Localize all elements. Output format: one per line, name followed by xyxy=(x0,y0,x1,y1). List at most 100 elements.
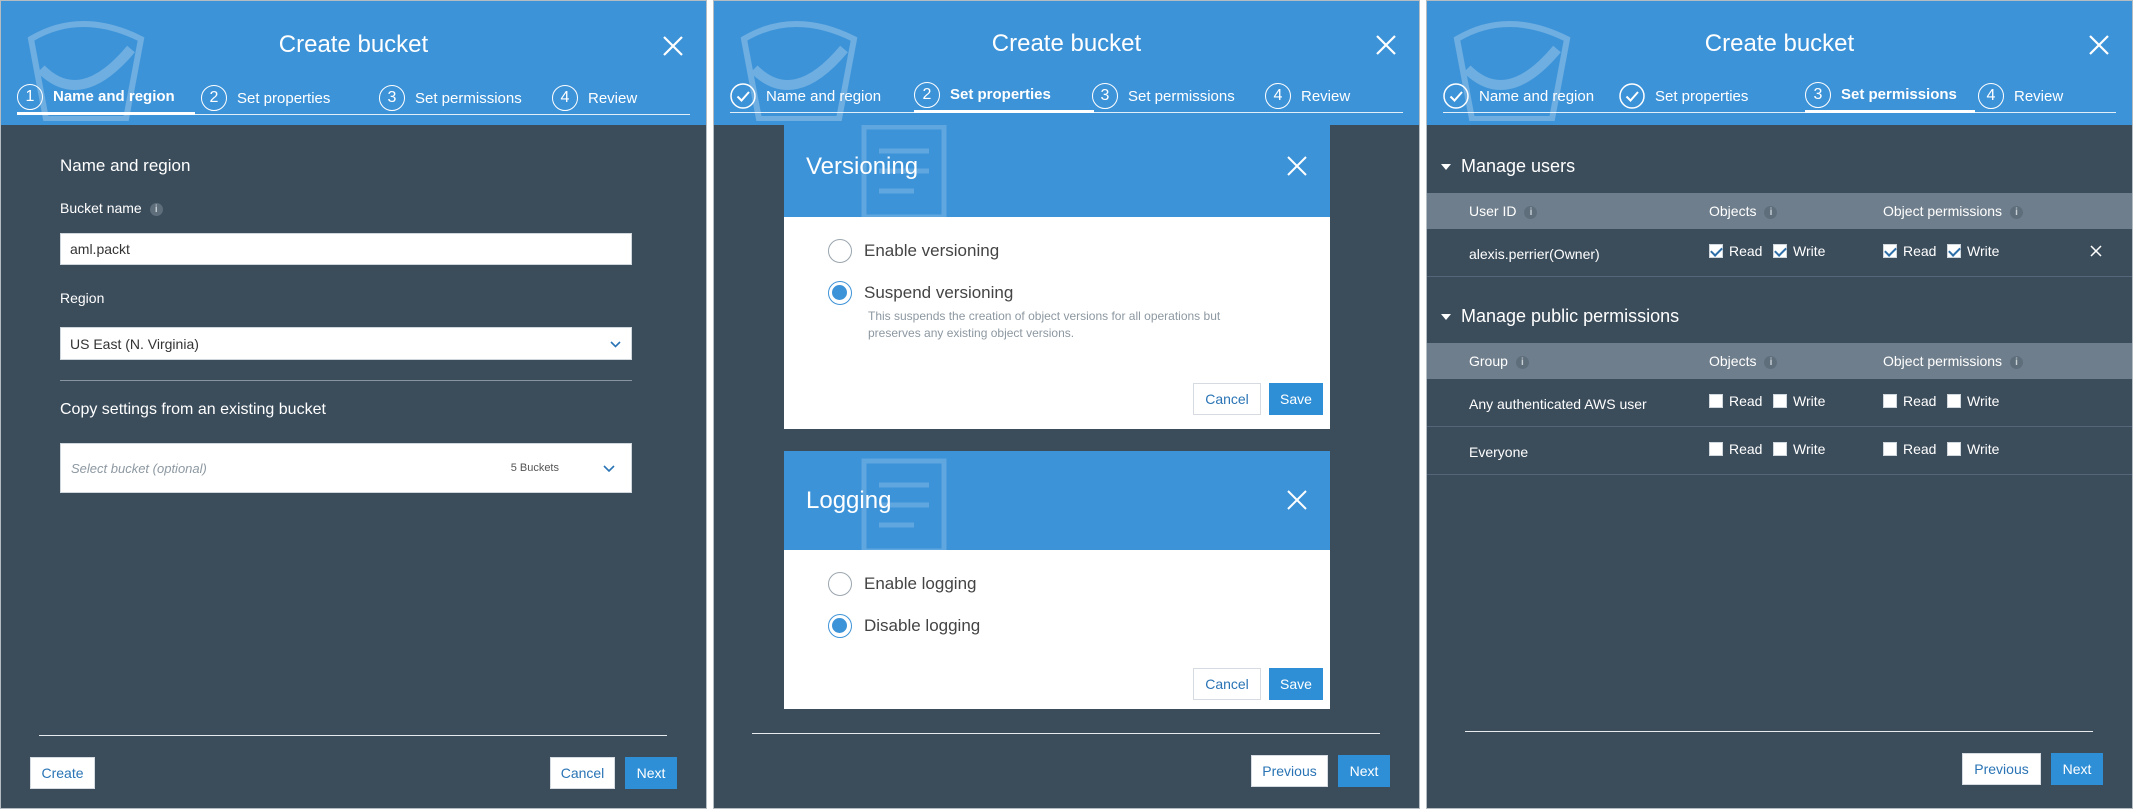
objects-write-checkbox[interactable]: Write xyxy=(1773,243,1825,259)
column-label: Objects xyxy=(1709,203,1757,219)
step-name-and-region[interactable]: 1 Name and region xyxy=(17,81,195,115)
info-icon[interactable]: i xyxy=(1515,355,1529,369)
step-number: 2 xyxy=(914,81,940,108)
cancel-button[interactable]: Cancel xyxy=(1193,668,1261,700)
checkbox-checked[interactable] xyxy=(1709,244,1723,258)
step-label: Set properties xyxy=(1655,87,1749,105)
checkbox[interactable] xyxy=(1883,442,1897,456)
manage-users-toggle[interactable]: Manage users xyxy=(1441,156,1575,177)
column-label: Object permissions xyxy=(1883,353,2003,369)
permissions-write-checkbox[interactable]: Write xyxy=(1947,393,1999,409)
checkbox[interactable] xyxy=(1709,442,1723,456)
checkbox[interactable] xyxy=(1947,442,1961,456)
next-button[interactable]: Next xyxy=(2051,753,2103,785)
public-table-header: Group i Objects i Object permissions i xyxy=(1427,343,2132,379)
step-set-properties[interactable]: Set properties xyxy=(1619,79,1748,113)
copy-bucket-select[interactable]: Select bucket (optional) 5 Buckets xyxy=(60,443,632,493)
step-name-and-region[interactable]: Name and region xyxy=(1443,79,1594,113)
radio-button-selected[interactable] xyxy=(828,614,852,638)
permissions-read-checkbox[interactable]: Read xyxy=(1883,243,1936,259)
step-number: 4 xyxy=(1978,83,2004,109)
copy-settings-title: Copy settings from an existing bucket xyxy=(60,401,326,418)
step-review[interactable]: 4 Review xyxy=(1265,79,1350,113)
permissions-read-checkbox[interactable]: Read xyxy=(1883,393,1936,409)
footer-divider xyxy=(39,735,667,736)
info-icon[interactable]: i xyxy=(2010,355,2024,369)
close-icon[interactable] xyxy=(2084,30,2114,60)
info-icon[interactable]: i xyxy=(1764,205,1778,219)
close-icon[interactable] xyxy=(1371,30,1401,60)
checkbox[interactable] xyxy=(1773,394,1787,408)
checkbox[interactable] xyxy=(1947,394,1961,408)
permissions-write-checkbox[interactable]: Write xyxy=(1947,243,1999,259)
bucket-name-input[interactable]: aml.packt xyxy=(60,233,632,265)
step-set-permissions[interactable]: 3 Set permissions xyxy=(1805,79,1975,113)
section-title: Name and region xyxy=(60,156,191,175)
permissions-read-checkbox[interactable]: Read xyxy=(1883,441,1936,457)
step-set-properties[interactable]: 2 Set properties xyxy=(914,79,1094,113)
checkbox[interactable] xyxy=(1773,442,1787,456)
check-circle-icon xyxy=(1619,83,1645,109)
step-review[interactable]: 4 Review xyxy=(1978,79,2063,113)
step-label: Set properties xyxy=(237,89,331,107)
column-header-group: Group i xyxy=(1469,353,1529,369)
step-label: Set properties xyxy=(950,86,1051,103)
save-button[interactable]: Save xyxy=(1269,668,1323,700)
group-name: Any authenticated AWS user xyxy=(1469,396,1647,412)
cancel-button[interactable]: Cancel xyxy=(550,757,615,789)
option-label: Disable logging xyxy=(864,616,981,635)
close-icon[interactable] xyxy=(1284,153,1310,179)
checkbox[interactable] xyxy=(1709,394,1723,408)
create-bucket-dialog-step2: Create bucket Name and region 2 Set prop… xyxy=(713,0,1420,809)
radio-button-selected[interactable] xyxy=(828,281,852,305)
objects-read-checkbox[interactable]: Read xyxy=(1709,243,1762,259)
radio-button[interactable] xyxy=(828,239,852,263)
info-icon[interactable]: i xyxy=(1764,355,1778,369)
objects-read-checkbox[interactable]: Read xyxy=(1709,393,1762,409)
step-label: Name and region xyxy=(766,87,882,105)
checkbox-label: Read xyxy=(1729,441,1763,457)
objects-write-checkbox[interactable]: Write xyxy=(1773,393,1825,409)
step-set-permissions[interactable]: 3 Set permissions xyxy=(1092,79,1235,113)
step-number: 1 xyxy=(17,83,43,110)
dialog-header: Create bucket 1 Name and region 2 Set pr… xyxy=(1,1,706,125)
info-icon[interactable]: i xyxy=(149,202,163,216)
next-button[interactable]: Next xyxy=(625,757,677,789)
cancel-button[interactable]: Cancel xyxy=(1193,383,1261,415)
objects-read-checkbox[interactable]: Read xyxy=(1709,441,1762,457)
previous-button[interactable]: Previous xyxy=(1962,753,2041,785)
versioning-title: Versioning xyxy=(806,153,919,180)
checkbox-label: Write xyxy=(1967,441,2000,457)
disable-logging-option[interactable]: Disable logging xyxy=(828,614,980,638)
permissions-write-checkbox[interactable]: Write xyxy=(1947,441,1999,457)
region-value: US East (N. Virginia) xyxy=(70,335,199,352)
caret-down-icon xyxy=(1441,313,1451,320)
caret-down-icon xyxy=(1441,163,1451,170)
checkbox-checked[interactable] xyxy=(1883,244,1897,258)
info-icon[interactable]: i xyxy=(1524,205,1538,219)
radio-button[interactable] xyxy=(828,572,852,596)
region-select[interactable]: US East (N. Virginia) xyxy=(60,327,632,360)
checkbox[interactable] xyxy=(1883,394,1897,408)
step-number: 3 xyxy=(1092,83,1118,109)
suspend-description: This suspends the creation of object ver… xyxy=(868,308,1288,342)
step-set-permissions[interactable]: 3 Set permissions xyxy=(379,81,522,115)
checkbox-checked[interactable] xyxy=(1947,244,1961,258)
previous-button[interactable]: Previous xyxy=(1251,755,1328,787)
info-icon[interactable]: i xyxy=(2010,205,2024,219)
checkbox-checked[interactable] xyxy=(1773,244,1787,258)
enable-versioning-option[interactable]: Enable versioning xyxy=(828,239,999,263)
suspend-versioning-option[interactable]: Suspend versioning xyxy=(828,281,1013,305)
save-button[interactable]: Save xyxy=(1269,383,1323,415)
step-review[interactable]: 4 Review xyxy=(552,81,637,115)
close-icon[interactable] xyxy=(658,31,688,61)
next-button[interactable]: Next xyxy=(1338,755,1390,787)
enable-logging-option[interactable]: Enable logging xyxy=(828,572,976,596)
objects-write-checkbox[interactable]: Write xyxy=(1773,441,1825,457)
close-icon[interactable] xyxy=(1284,487,1310,513)
step-set-properties[interactable]: 2 Set properties xyxy=(201,81,330,115)
remove-icon[interactable] xyxy=(2089,244,2103,258)
manage-public-permissions-toggle[interactable]: Manage public permissions xyxy=(1441,306,1679,327)
create-button[interactable]: Create xyxy=(30,757,95,789)
step-name-and-region[interactable]: Name and region xyxy=(730,79,881,113)
